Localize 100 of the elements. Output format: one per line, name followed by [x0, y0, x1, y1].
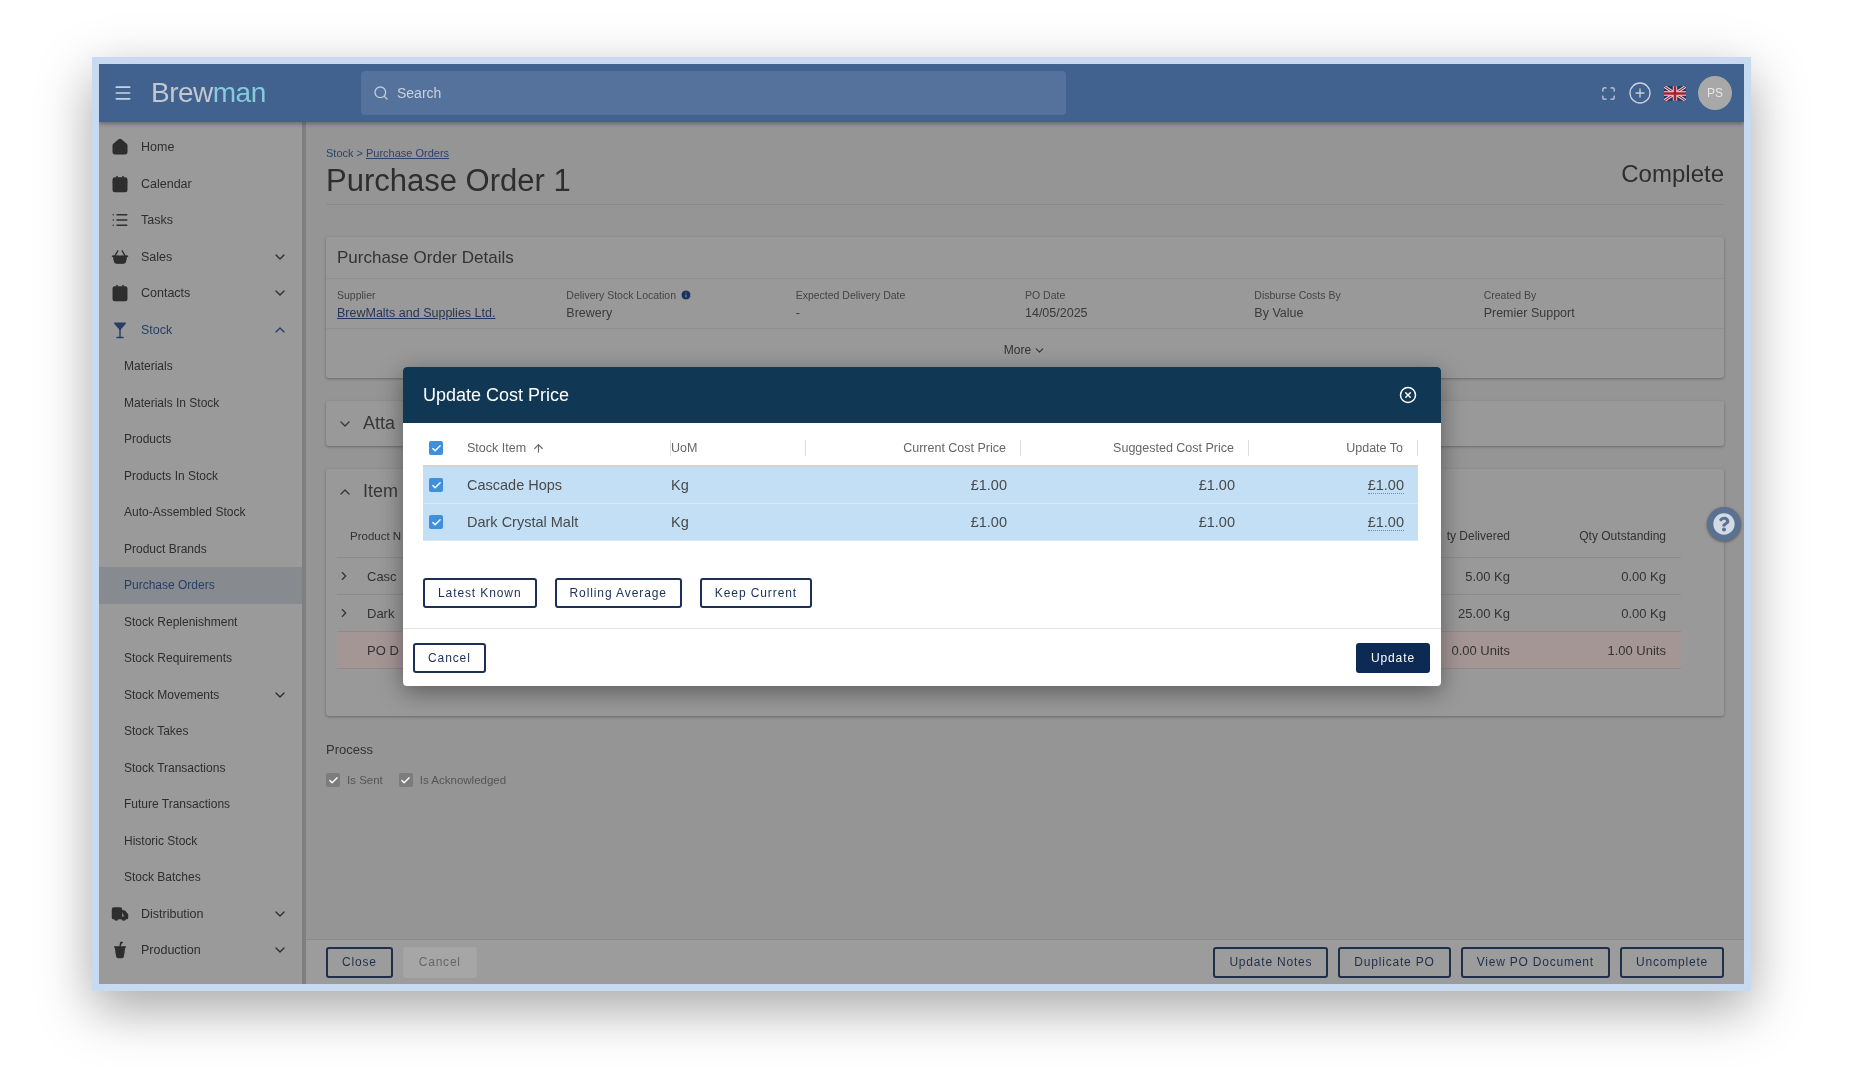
sidebar-item[interactable]: Product Brands — [99, 530, 302, 567]
sidebar-item[interactable]: Stock Transactions — [99, 749, 302, 786]
update-button[interactable]: Update — [1355, 642, 1430, 673]
table-row[interactable]: Cascade Hops Kg £1.00 £1.00 £1.00 — [423, 467, 1418, 504]
page-title: Purchase Order 1 — [326, 162, 571, 200]
search-field[interactable]: Search — [361, 71, 1066, 115]
checkbox-label: Is Sent — [347, 774, 383, 786]
sidebar-item[interactable]: Stock Takes — [99, 713, 302, 750]
close-icon[interactable] — [1399, 386, 1417, 404]
checkbox[interactable] — [326, 773, 340, 787]
sort-arrow-icon[interactable] — [532, 441, 546, 455]
table-cell: Dark Crystal Malt — [467, 514, 579, 530]
sidebar-item[interactable]: Stock Movements — [99, 676, 302, 713]
row-checkbox[interactable] — [429, 478, 443, 492]
breadcrumb-link[interactable]: Purchase Orders — [365, 147, 450, 159]
price-method-button[interactable]: Rolling Average — [554, 578, 682, 608]
sidebar-item[interactable]: Home — [99, 129, 302, 166]
help-icon[interactable] — [1707, 507, 1741, 541]
supplier-link[interactable]: BrewMalts and Supplies Ltd. — [337, 306, 567, 320]
menu-icon[interactable] — [113, 83, 133, 103]
sidebar-item[interactable]: Contacts — [99, 275, 302, 312]
table-cell: Casc — [367, 568, 397, 584]
breadcrumb-text: Stock — [326, 147, 354, 159]
sidebar-item[interactable]: Materials In Stock — [99, 384, 302, 421]
action-button[interactable]: View PO Document — [1460, 946, 1610, 978]
sidebar-item[interactable]: Products In Stock — [99, 457, 302, 494]
flag-icon[interactable] — [1664, 85, 1686, 101]
price-method-button[interactable]: Latest Known — [423, 578, 537, 608]
field-label: Disburse Costs By — [1254, 289, 1341, 301]
action-button[interactable]: Duplicate PO — [1338, 946, 1451, 978]
dialog-title: Update Cost Price — [423, 384, 570, 406]
sidebar-item[interactable]: Products — [99, 421, 302, 458]
sidebar-item[interactable]: Materials — [99, 348, 302, 385]
sidebar-item[interactable]: Tasks — [99, 202, 302, 239]
row-checkbox[interactable] — [429, 515, 443, 529]
column-header[interactable]: Suggested Cost Price — [1113, 441, 1234, 455]
column-header: ty Delivered — [1446, 528, 1510, 543]
sidebar-item[interactable]: Historic Stock — [99, 822, 302, 859]
table-cell: £1.00 — [1198, 477, 1235, 493]
action-button[interactable]: Uncomplete — [1619, 946, 1724, 978]
table-cell: Kg — [671, 514, 689, 530]
cocktail-glass-icon — [111, 320, 129, 339]
editable-price[interactable]: £1.00 — [1367, 476, 1404, 494]
more-button[interactable]: More — [1003, 343, 1047, 357]
price-method-button[interactable]: Keep Current — [699, 578, 813, 608]
add-icon[interactable] — [1628, 81, 1652, 105]
table-cell: 0.00 Kg — [1621, 568, 1666, 584]
column-header[interactable]: UoM — [671, 441, 698, 455]
table-cell: Dark — [367, 605, 395, 621]
section-title[interactable]: Item — [363, 481, 398, 502]
column-header[interactable]: Current Cost Price — [903, 441, 1006, 455]
info-icon[interactable] — [680, 289, 693, 301]
sidebar-item[interactable]: Distribution — [99, 895, 302, 932]
table-cell: 0.00 Kg — [1621, 605, 1666, 621]
sidebar-item[interactable]: Future Transactions — [99, 786, 302, 823]
sidebar-item[interactable]: Stock — [99, 311, 302, 348]
breadcrumb-separator: > — [356, 147, 363, 159]
cup-icon — [111, 941, 129, 960]
home-icon — [111, 138, 129, 157]
field-label: Supplier — [337, 289, 376, 301]
logo: Brewman — [151, 77, 267, 109]
truck-icon — [111, 904, 129, 923]
field-label: PO Date — [1025, 289, 1066, 301]
table-row[interactable]: Dark Crystal Malt Kg £1.00 £1.00 £1.00 — [423, 504, 1418, 541]
close-button[interactable]: Close — [326, 946, 393, 978]
field-label: Expected Delivery Date — [795, 289, 906, 301]
sidebar-item[interactable]: Auto-Assembled Stock — [99, 494, 302, 531]
section-title[interactable]: Atta — [363, 413, 396, 434]
checkbox-label: Is Acknowledged — [419, 774, 507, 786]
calendar-icon — [111, 174, 129, 193]
sidebar-item[interactable]: Stock Batches — [99, 859, 302, 896]
field-value: Premier Support — [1483, 306, 1576, 320]
select-all-checkbox[interactable] — [429, 441, 443, 455]
sidebar-item[interactable]: Stock Requirements — [99, 640, 302, 677]
card-title: Purchase Order Details — [337, 247, 514, 268]
field-label: Delivery Stock Location — [566, 289, 677, 301]
table-cell: PO D — [367, 642, 399, 658]
checkbox[interactable] — [398, 773, 413, 787]
basket-icon — [111, 247, 129, 266]
table-cell: 5.00 Kg — [1465, 568, 1510, 584]
field-value: By Value — [1254, 306, 1305, 320]
order-status: Complete — [1621, 160, 1724, 188]
editable-price[interactable]: £1.00 — [1367, 513, 1404, 531]
table-cell: 0.00 Units — [1451, 642, 1510, 658]
sidebar-item[interactable]: Purchase Orders — [99, 567, 302, 604]
column-header: Product N — [349, 529, 402, 542]
sidebar-item[interactable]: Stock Replenishment — [99, 603, 302, 640]
fullscreen-icon[interactable] — [1601, 85, 1616, 101]
column-header[interactable]: Update To — [1346, 441, 1403, 455]
sidebar-item[interactable]: Calendar — [99, 165, 302, 202]
table-cell: £1.00 — [1198, 514, 1235, 530]
table-cell: £1.00 — [970, 514, 1007, 530]
cancel-button[interactable]: Cancel — [413, 642, 486, 673]
field-value: - — [795, 306, 801, 320]
sidebar-item[interactable]: Production — [99, 932, 302, 969]
sidebar-item[interactable]: Sales — [99, 238, 302, 275]
table-cell: Kg — [671, 477, 689, 493]
column-header[interactable]: Stock Item — [467, 441, 527, 455]
action-button[interactable]: Update Notes — [1213, 946, 1329, 978]
table-cell: £1.00 — [970, 477, 1007, 493]
